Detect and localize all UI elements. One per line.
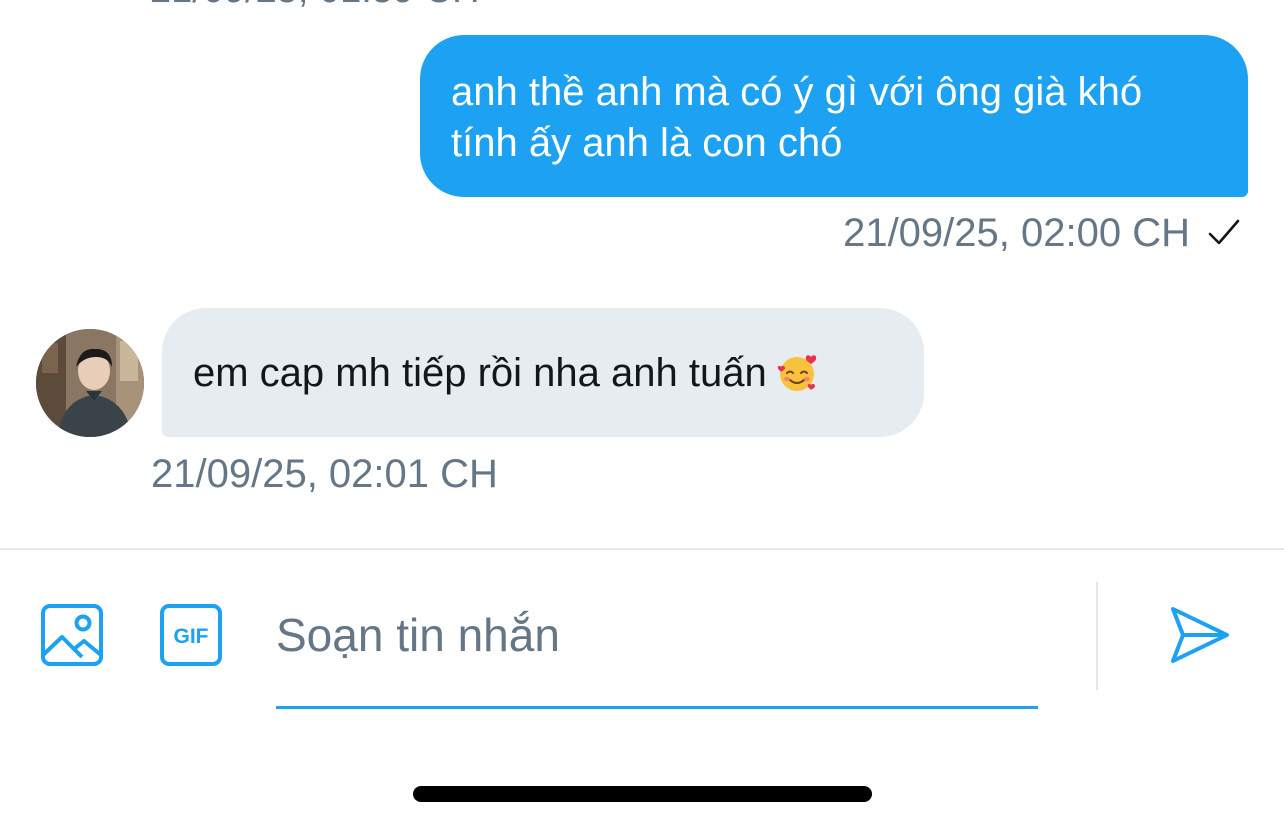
sent-message-meta: 21/09/25, 02:00 CH (843, 207, 1244, 259)
gif-button[interactable]: GIF (159, 603, 223, 667)
composer-separator (1096, 582, 1098, 690)
home-indicator[interactable] (413, 786, 872, 802)
image-icon[interactable] (40, 603, 104, 667)
gif-label: GIF (174, 625, 209, 648)
smiling-face-with-hearts-icon (777, 354, 816, 391)
received-message-bubble[interactable]: em cap mh tiếp rồi nha anh tuấn (162, 308, 924, 437)
previous-message-timestamp: 21/09/25, 01:59 CH (150, 0, 480, 8)
message-input-wrapper (276, 585, 1038, 709)
avatar[interactable] (36, 329, 144, 437)
sent-message-bubble[interactable]: anh thề anh mà có ý gì với ông già khó t… (420, 35, 1248, 197)
send-icon[interactable] (1167, 603, 1231, 667)
avatar-photo (36, 329, 144, 437)
composer-divider (0, 548, 1284, 550)
message-input[interactable] (276, 585, 1038, 685)
dm-conversation-screen: 21/09/25, 01:59 CH anh thề anh mà có ý g… (0, 0, 1284, 825)
sent-message-timestamp: 21/09/25, 02:00 CH (843, 211, 1190, 255)
check-icon (1208, 219, 1240, 245)
received-message-text: em cap mh tiếp rồi nha anh tuấn (193, 350, 767, 395)
sent-message-text-line-1: anh thề anh mà có ý gì với ông già khó (451, 70, 1143, 114)
received-message-timestamp: 21/09/25, 02:01 CH (151, 452, 498, 496)
sent-message-text-line-2: tính ấy anh là con chó (451, 121, 843, 165)
